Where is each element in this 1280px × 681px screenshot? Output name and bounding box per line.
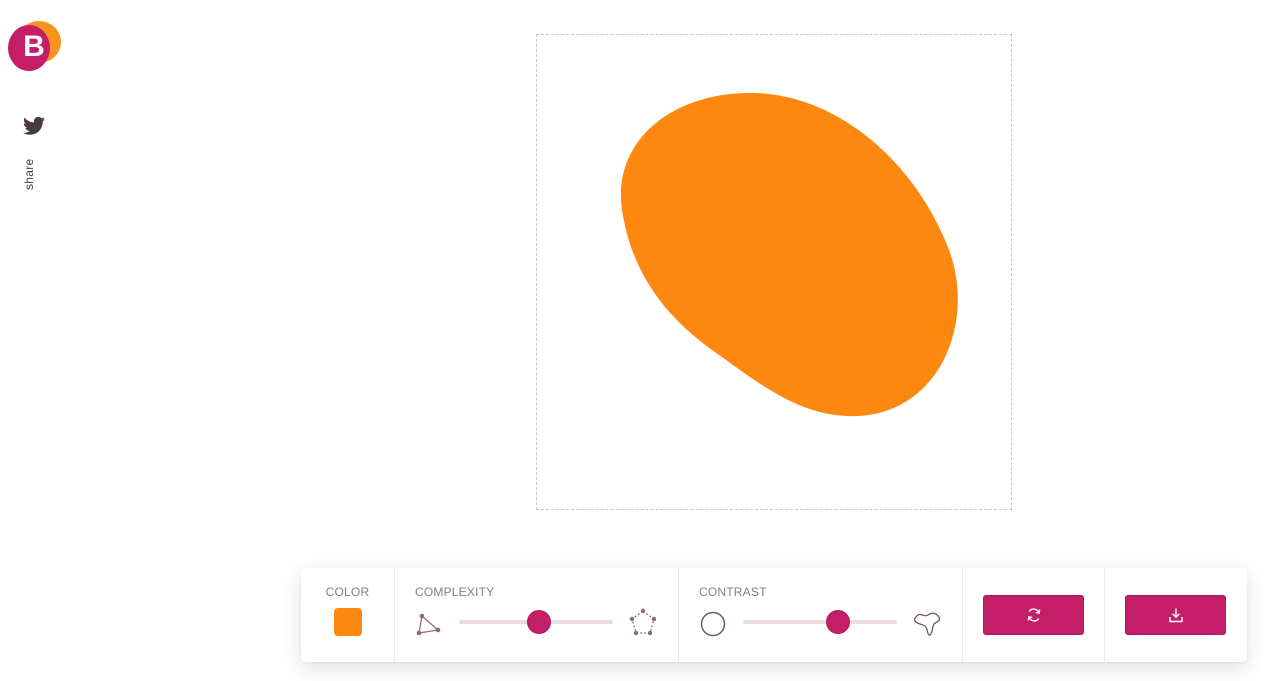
complexity-label: COMPLEXITY: [415, 585, 495, 599]
sidebar: B share: [0, 0, 70, 681]
circle-icon: [700, 611, 726, 637]
color-swatch[interactable]: [334, 608, 362, 636]
pentagon-icon: [629, 608, 657, 636]
color-label: COLOR: [325, 585, 370, 599]
complexity-thumb[interactable]: [527, 610, 552, 634]
logo-letter: B: [23, 30, 45, 63]
share-label[interactable]: share: [22, 158, 36, 190]
blob-shape: [620, 92, 958, 417]
app-logo[interactable]: B: [7, 18, 61, 72]
download-section: [1105, 568, 1247, 662]
download-icon: [1168, 608, 1183, 623]
contrast-slider[interactable]: [743, 608, 897, 636]
refresh-icon: [1027, 608, 1040, 622]
contrast-thumb[interactable]: [826, 610, 851, 634]
contrast-track: [743, 620, 897, 624]
twitter-icon[interactable]: [23, 116, 45, 136]
triangle-icon: [416, 613, 441, 636]
complexity-slider[interactable]: [459, 608, 613, 636]
toolbar: COLOR COMPLEXITY CONTRAST: [301, 568, 1247, 662]
contrast-label: CONTRAST: [699, 585, 767, 599]
contrast-section: CONTRAST: [679, 568, 963, 662]
randomize-section: [963, 568, 1105, 662]
color-section: COLOR: [301, 568, 395, 662]
complexity-section: COMPLEXITY: [395, 568, 679, 662]
download-button[interactable]: [1125, 595, 1226, 635]
spiky-blob-icon: [913, 612, 941, 636]
randomize-button[interactable]: [983, 595, 1084, 635]
blob-canvas: [536, 34, 1012, 510]
